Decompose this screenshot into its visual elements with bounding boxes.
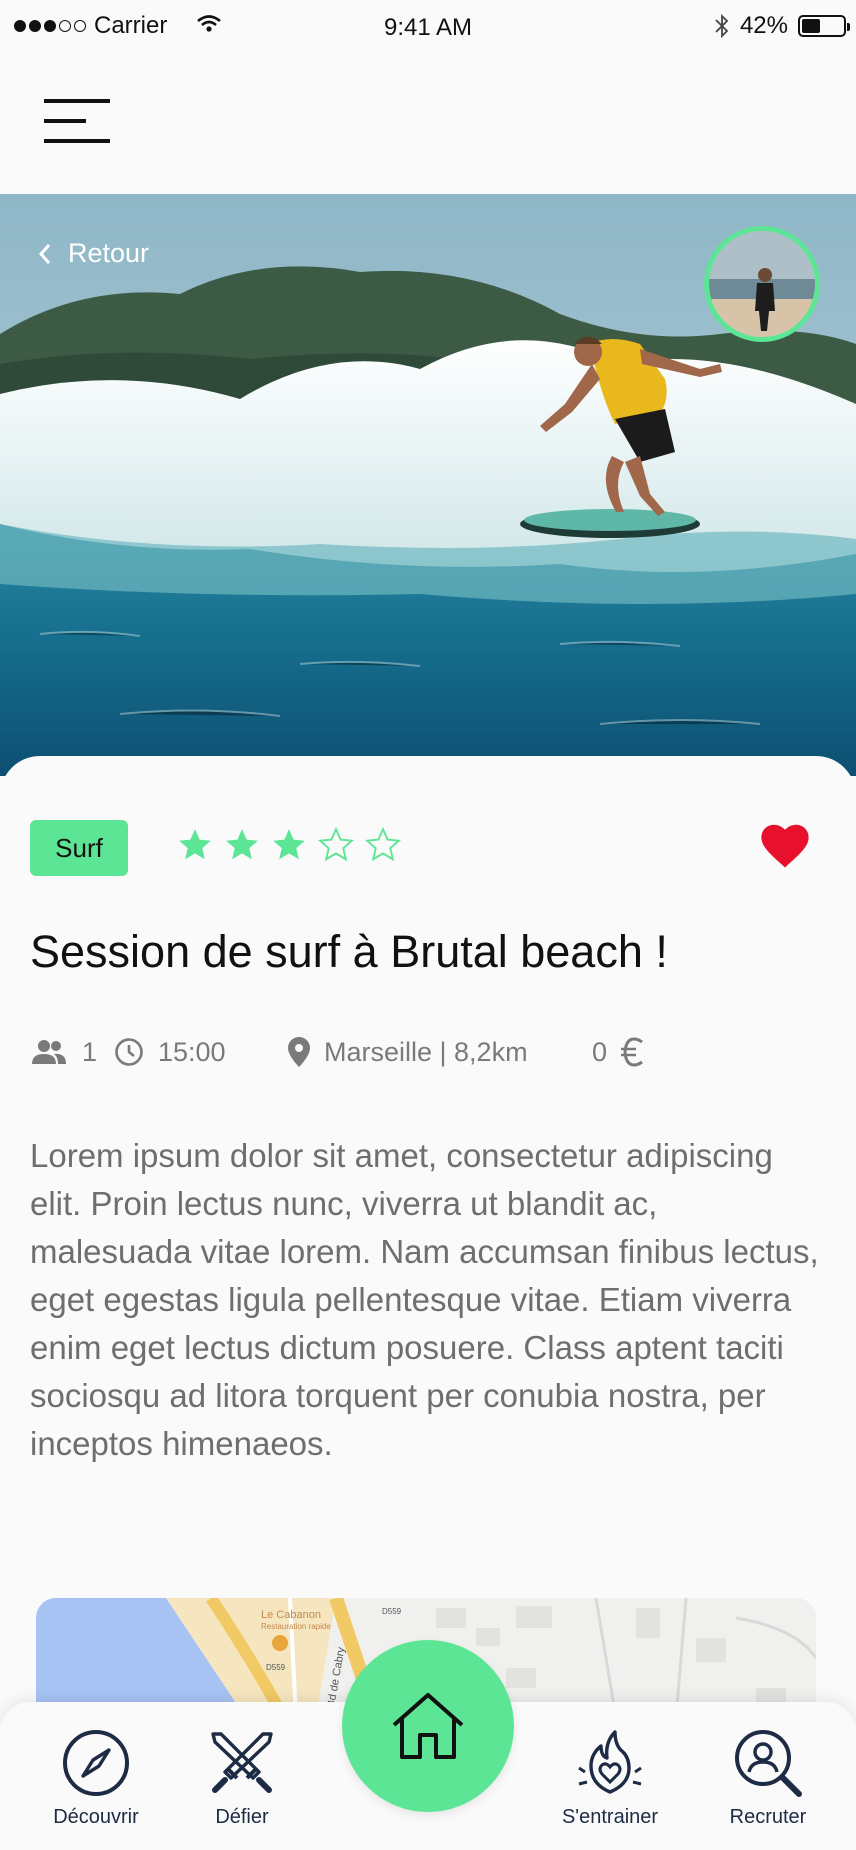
- nav-label: S'entrainer: [561, 1806, 659, 1828]
- map-poi-name: Le Cabanon: [261, 1609, 321, 1621]
- top-bar: [0, 54, 856, 194]
- home-button[interactable]: [342, 1640, 514, 1812]
- bluetooth-icon: [715, 13, 729, 39]
- euro-icon: [621, 1037, 643, 1067]
- map-poi-sub: Restauration rapide: [261, 1622, 331, 1631]
- nav-label: Recruter: [729, 1806, 807, 1828]
- star-filled-icon: [273, 829, 305, 860]
- crossed-swords-icon: [211, 1732, 273, 1793]
- nav-label: Découvrir: [53, 1806, 139, 1828]
- nav-recruter[interactable]: Recruter: [698, 1728, 838, 1829]
- star-filled-icon: [226, 829, 258, 860]
- start-time: 15:00: [114, 1032, 226, 1072]
- hamburger-menu-icon: [44, 99, 110, 143]
- heart-icon: [761, 824, 809, 868]
- participants-count: 1: [82, 1036, 98, 1067]
- event-meta: 1 15:00 Marseille | 8,2km 0: [30, 1032, 830, 1072]
- hero-image: Retour: [0, 194, 856, 776]
- nav-label: Défier: [215, 1806, 269, 1828]
- time-value: 15:00: [158, 1036, 226, 1067]
- status-right: 42%: [714, 12, 850, 40]
- event-description: Lorem ipsum dolor sit amet, consectetur …: [30, 1137, 819, 1462]
- location[interactable]: Marseille | 8,2km: [288, 1032, 528, 1072]
- compass-icon: [63, 1730, 129, 1796]
- battery-percent: 42%: [739, 12, 788, 39]
- flame-heart-icon: [578, 1730, 642, 1794]
- favorite-button[interactable]: [758, 820, 812, 875]
- home-icon: [392, 1693, 464, 1759]
- organizer-avatar[interactable]: [704, 226, 820, 342]
- map-road-label: D559: [382, 1607, 402, 1616]
- price: 0: [592, 1032, 645, 1072]
- nav-decouvrir[interactable]: Découvrir: [26, 1728, 166, 1829]
- battery-icon: [798, 15, 850, 37]
- location-value: Marseille | 8,2km: [324, 1036, 528, 1067]
- back-button[interactable]: Retour: [38, 238, 149, 269]
- price-value: 0: [592, 1036, 608, 1067]
- map-pin-icon: [288, 1037, 310, 1067]
- avatar-photo: [709, 231, 815, 337]
- back-label: Retour: [68, 238, 150, 268]
- people-icon: [32, 1040, 66, 1064]
- participants: 1: [30, 1032, 97, 1072]
- event-title: Session de surf à Brutal beach !: [30, 926, 668, 977]
- star-filled-icon: [179, 829, 211, 860]
- star-outline-icon: [317, 826, 355, 862]
- menu-button[interactable]: [44, 96, 110, 146]
- nav-defier[interactable]: Défier: [172, 1728, 312, 1829]
- map-road-label: D559: [266, 1663, 286, 1672]
- status-bar: Carrier 9:41 AM 42%: [0, 0, 856, 54]
- search-user-icon: [735, 1730, 802, 1797]
- nav-sentrainer[interactable]: S'entrainer: [540, 1728, 680, 1829]
- star-outline-icon: [364, 826, 402, 862]
- clock-icon: [115, 1038, 143, 1066]
- rating-stars[interactable]: [176, 826, 402, 864]
- category-tag[interactable]: Surf: [30, 820, 128, 876]
- chevron-left-icon: [38, 243, 51, 264]
